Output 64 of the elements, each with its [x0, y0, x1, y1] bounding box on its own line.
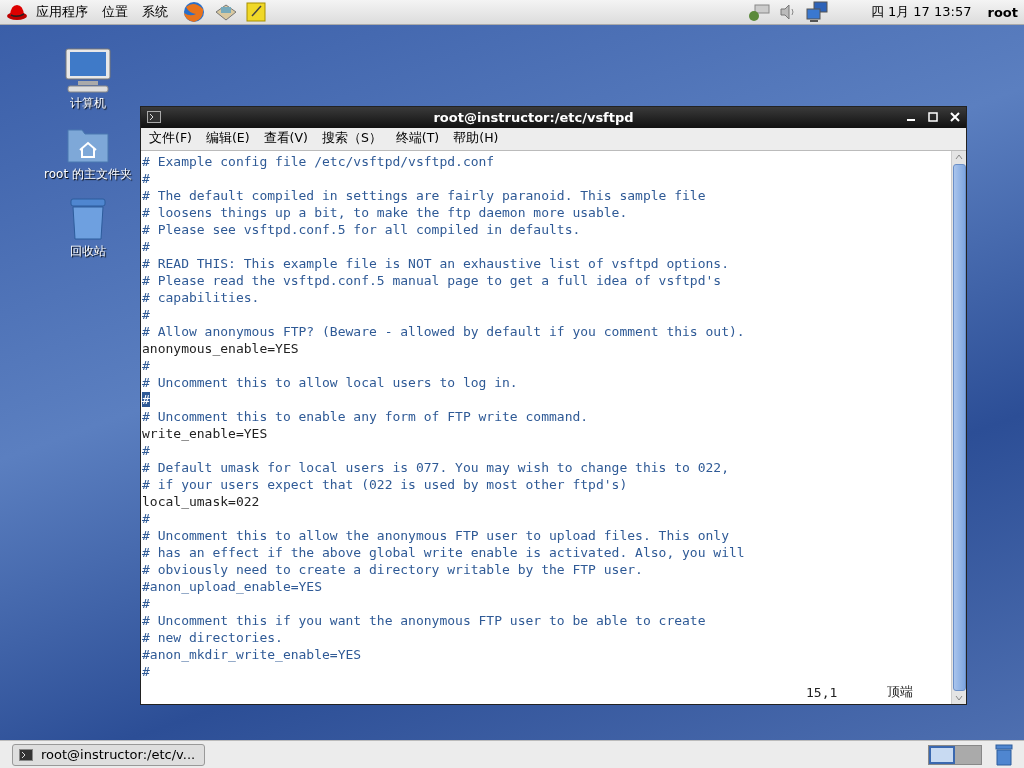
scroll-position: 顶端 [887, 683, 914, 701]
terminal-line: # Uncomment this to enable any form of FTP write command. [142, 409, 589, 424]
terminal-line: # Uncomment this to allow local users to log in. [142, 375, 518, 390]
terminal-line: # [142, 358, 150, 373]
menu-item[interactable]: 搜索（S） [321, 130, 382, 148]
terminal-line: # [142, 307, 150, 322]
volume-icon[interactable] [778, 3, 797, 21]
globe-icon[interactable] [182, 1, 206, 23]
menu-item[interactable]: 编辑(E) [205, 130, 250, 148]
terminal-line: # [142, 239, 150, 254]
terminal-line: # Default umask for local users is 077. You may wish to change this to 022, [142, 460, 729, 475]
terminal-line: # [142, 664, 150, 679]
taskbar-button[interactable]: root@instructor:/etc/v... [12, 743, 205, 766]
monitors-icon[interactable] [804, 1, 829, 23]
desktop-icon-label[interactable]: 回收站 [70, 243, 106, 260]
home-folder-icon[interactable] [66, 126, 110, 164]
computer-icon[interactable] [64, 47, 112, 93]
terminal-line: # if your users expect that (022 is used by most other ftpd's) [142, 477, 628, 492]
terminal-line: # [142, 511, 150, 526]
notepad-icon[interactable] [246, 2, 266, 22]
desktop-icon-label[interactable]: root 的主文件夹 [44, 166, 132, 183]
terminal-line: anonymous_enable=YES [142, 341, 299, 356]
terminal-line: # Uncomment this if you want the anonymous FTP user to be able to create [142, 613, 706, 628]
terminal-line: # [142, 596, 150, 611]
terminal-line: # Please see vsftpd.conf.5 for all compiled in defaults. [142, 222, 581, 237]
terminal-line: # [142, 171, 150, 186]
terminal-line: # Allow anonymous FTP? (Beware - allowed by default if you comment this out). [142, 324, 745, 339]
menu-item[interactable]: 终端(T) [395, 130, 440, 148]
terminal-line: #anon_upload_enable=YES [142, 579, 322, 594]
cursor-position: 15,1 [806, 684, 838, 700]
window-title: root@instructor:/etc/vsftpd [432, 109, 635, 125]
terminal-line: # [142, 443, 150, 458]
terminal-icon [19, 748, 33, 761]
menu-item[interactable]: 帮助(H) [453, 130, 499, 148]
terminal-line: #anon_mkdir_write_enable=YES [142, 647, 362, 662]
desktop-icon-label[interactable]: 计算机 [70, 95, 106, 112]
mail-icon[interactable] [214, 2, 238, 22]
maximize-icon[interactable] [928, 112, 938, 123]
terminal-line: local_umask=022 [142, 494, 260, 509]
terminal-line: # Please read the vsftpd.conf.5 manual page to get a full idea of vsftpd's [142, 273, 722, 288]
workspace-switcher[interactable] [928, 744, 982, 765]
terminal-line: # Uncomment this to allow the anonymous FTP user to upload files. This only [142, 528, 729, 543]
panel-menu[interactable]: 位置 [102, 3, 128, 21]
hat-icon[interactable] [6, 2, 28, 22]
terminal-line: # new directories. [142, 630, 283, 645]
panel-menu[interactable]: 系统 [142, 3, 168, 21]
terminal-line: # The default compiled in settings are fairly paranoid. This sample file [142, 188, 706, 203]
user-name[interactable]: root [987, 4, 1018, 20]
menu-item[interactable]: 文件(F) [149, 130, 192, 148]
terminal-line: # READ THIS: This example file is NOT an exhaustive list of vsftpd options. [142, 256, 729, 271]
terminal-icon[interactable] [147, 111, 161, 124]
trash-icon[interactable] [994, 743, 1014, 766]
menu-item[interactable]: 查看(V) [263, 130, 308, 148]
trash-icon[interactable] [68, 197, 108, 241]
terminal-line: # capabilities. [142, 290, 260, 305]
network-icon[interactable] [746, 2, 771, 22]
terminal-line: # Example config file /etc/vsftpd/vsftpd.conf [142, 154, 495, 169]
clock[interactable]: 四 1月 17 13:57 [870, 3, 972, 21]
terminal-line: write_enable=YES [142, 426, 268, 441]
panel-menu[interactable]: 应用程序 [36, 3, 88, 21]
terminal-line: # loosens things up a bit, to make the ftp daemon more usable. [142, 205, 628, 220]
terminal-line: # obviously need to create a directory writable by the FTP user. [142, 562, 643, 577]
close-icon[interactable] [950, 112, 960, 123]
terminal-line: # has an effect if the above global write enable is activated. Also, you will [142, 545, 745, 560]
